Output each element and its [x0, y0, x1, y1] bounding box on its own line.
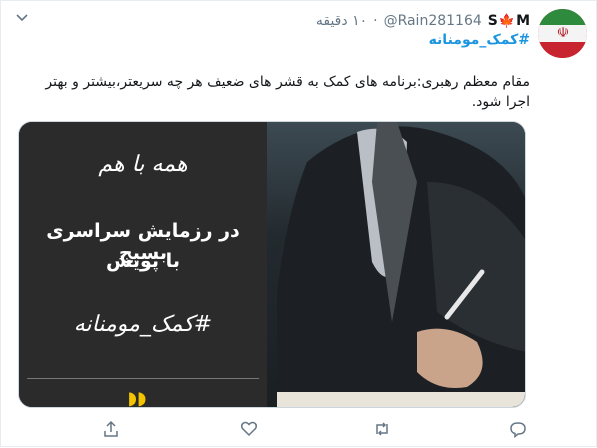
- emblem-icon: ☫: [556, 25, 570, 41]
- poster-logo-icon: ◗◗: [127, 388, 147, 408]
- tweet-timestamp[interactable]: ۱۰ دقیقه: [316, 13, 367, 29]
- share-icon: [104, 420, 118, 437]
- reply-button[interactable]: [506, 417, 530, 441]
- display-name-suffix: M: [516, 13, 530, 29]
- maple-leaf-icon: 🍁: [498, 13, 516, 29]
- retweet-button[interactable]: [370, 417, 394, 441]
- tweet-text: مقام معظم رهبری:برنامه های کمک به قشر ها…: [45, 74, 530, 110]
- avatar-flag-green: [538, 9, 587, 26]
- user-handle[interactable]: @Rain281164: [384, 13, 482, 29]
- heart-icon: [240, 421, 258, 437]
- avatar-flag-red: [538, 41, 587, 58]
- poster-line-1: همه با هم: [98, 152, 188, 177]
- tweet-header: S 🍁 M @Rain281164 · ۱۰ دقیقه: [316, 11, 530, 31]
- photo-figure: [277, 122, 525, 407]
- display-name[interactable]: S 🍁 M: [488, 13, 530, 29]
- separator-dot: ·: [373, 13, 378, 29]
- avatar[interactable]: ☫: [538, 9, 587, 58]
- hashtag-link[interactable]: #کمک_مومنانه: [429, 32, 530, 48]
- poster-line-3: با پویش: [106, 250, 180, 272]
- display-name-prefix: S: [487, 13, 498, 29]
- tweet-media-image[interactable]: همه با هم در رزمایش سراسری بسیج با پویش …: [18, 121, 526, 408]
- retweet-icon: [376, 422, 388, 436]
- like-button[interactable]: [237, 417, 261, 441]
- share-button[interactable]: [99, 417, 123, 441]
- poster-line-4: #کمک_مومنانه: [73, 312, 213, 337]
- poster-divider: [27, 378, 259, 379]
- reply-icon: [510, 422, 526, 438]
- chevron-down-icon[interactable]: [15, 11, 29, 25]
- tweet-actions: [1, 411, 597, 448]
- tweet-card[interactable]: ☫ S 🍁 M @Rain281164 · ۱۰ دقیقه #کمک_مومن…: [0, 0, 597, 447]
